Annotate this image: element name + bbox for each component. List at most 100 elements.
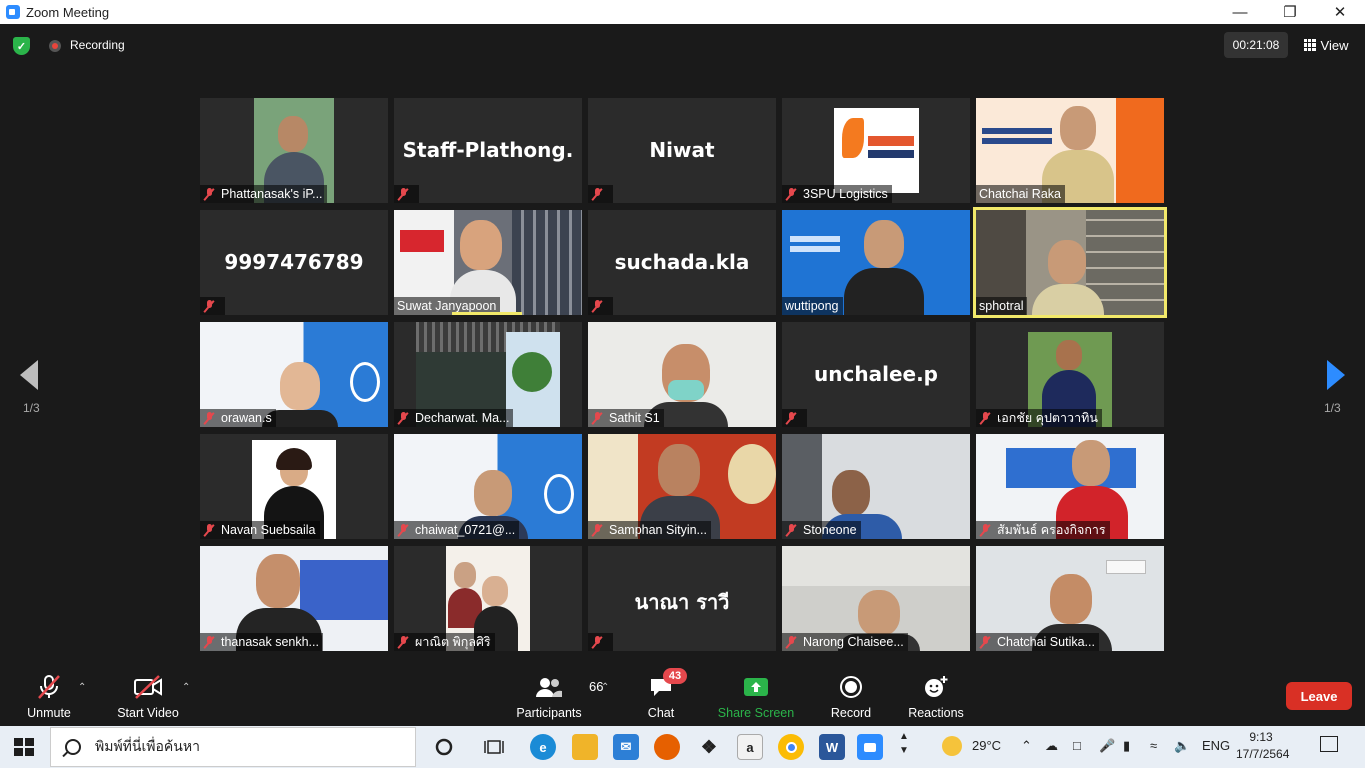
muted-mic-icon (591, 187, 603, 201)
participant-tile[interactable]: Niwat (588, 98, 776, 203)
battery-icon[interactable]: ▮ (1123, 738, 1130, 754)
firefox-icon[interactable] (654, 734, 680, 760)
volume-icon[interactable]: 🔈 (1174, 738, 1190, 754)
window-title: Zoom Meeting (26, 4, 110, 20)
record-button[interactable]: Record (826, 662, 876, 726)
participant-tile[interactable]: Chatchai Sutika... (976, 546, 1164, 651)
muted-mic-icon (785, 523, 797, 537)
participant-tile[interactable]: Staff-Plathong. (394, 98, 582, 203)
clock-date: 17/7/2564 (1236, 747, 1290, 761)
participant-tile[interactable]: chaiwat_0721@... (394, 434, 582, 539)
participant-tile[interactable]: Navan Suebsaila (200, 434, 388, 539)
minimize-icon[interactable]: — (1215, 0, 1265, 24)
muted-mic-icon (397, 635, 409, 649)
participant-tile[interactable]: Suwat Janyapoon (394, 210, 582, 315)
share-screen-button[interactable]: Share Screen (716, 662, 796, 726)
participant-tile[interactable]: สัมพันธ์ ครองกิจการ (976, 434, 1164, 539)
participant-tile[interactable]: Samphan Sityin... (588, 434, 776, 539)
taskbar-scroll-icon[interactable]: ▲ ▼ (899, 730, 909, 758)
unmute-button[interactable]: Unmute (18, 662, 80, 726)
encryption-shield-icon[interactable]: ✓ (13, 37, 30, 55)
participant-tile[interactable]: ผาณิต พิกุลศิริ (394, 546, 582, 651)
close-icon[interactable]: ✕ (1315, 0, 1365, 24)
participant-tile[interactable]: Phattanasak's iP... (200, 98, 388, 203)
language-indicator[interactable]: ENG (1202, 738, 1230, 753)
maximize-icon[interactable]: ❐ (1265, 0, 1315, 24)
taskbar-search-box[interactable]: พิมพ์ที่นี่เพื่อค้นหา (50, 727, 416, 767)
logistics-logo-image (834, 108, 919, 193)
participants-button[interactable]: 66 Participants (512, 662, 603, 726)
participant-nameplate: wuttipong (782, 297, 843, 315)
audio-options-caret-icon[interactable]: ⌃ (78, 682, 86, 693)
participant-nameplate: ผาณิต พิกุลศิริ (394, 633, 495, 651)
participant-display-name: Niwat (649, 138, 715, 162)
amazon-icon[interactable]: a (737, 734, 763, 760)
participant-nameplate: Stoneone (782, 521, 861, 539)
cortana-circle-icon[interactable] (431, 734, 457, 760)
start-video-button[interactable]: Start Video (110, 662, 186, 726)
share-screen-label: Share Screen (717, 706, 795, 720)
participant-tile[interactable]: wuttipong (782, 210, 970, 315)
edge-browser-icon[interactable]: e (530, 734, 556, 760)
recording-indicator-icon (49, 40, 61, 52)
mail-icon[interactable]: ✉ (613, 734, 639, 760)
participant-nameplate: Decharwat. Ma... (394, 409, 514, 427)
participant-tile[interactable]: suchada.kla (588, 210, 776, 315)
next-page-arrow-icon[interactable] (1325, 360, 1345, 390)
participant-tile[interactable]: 9997476789 (200, 210, 388, 315)
muted-microphone-icon (36, 670, 62, 704)
participant-nameplate (200, 297, 225, 315)
share-screen-icon (743, 670, 769, 704)
record-icon (839, 670, 863, 704)
windows-start-icon[interactable] (14, 738, 34, 756)
onedrive-cloud-icon[interactable]: ☁ (1045, 738, 1058, 754)
task-view-icon[interactable] (481, 734, 507, 760)
chat-button[interactable]: 43 Chat (638, 662, 687, 726)
participant-nameplate (588, 633, 613, 651)
wifi-icon[interactable]: ≈ (1150, 738, 1157, 753)
participant-nameplate: Navan Suebsaila (200, 521, 320, 539)
muted-mic-icon (591, 411, 603, 425)
participants-label: Participants (516, 706, 582, 720)
participants-options-caret-icon[interactable]: ⌃ (601, 682, 609, 693)
word-icon[interactable]: W (819, 734, 845, 760)
notifications-icon[interactable] (1320, 736, 1338, 752)
weather-sun-icon[interactable] (942, 736, 962, 756)
file-explorer-icon[interactable] (572, 734, 598, 760)
video-options-caret-icon[interactable]: ⌃ (182, 682, 190, 693)
participant-tile[interactable]: Chatchai Raka (976, 98, 1164, 203)
muted-mic-icon (397, 187, 409, 201)
participant-tile[interactable]: Stoneone (782, 434, 970, 539)
participant-tile[interactable]: นาณา ราวี (588, 546, 776, 651)
participant-tile[interactable]: Narong Chaisee... (782, 546, 970, 651)
participant-tile[interactable]: 3SPU Logistics (782, 98, 970, 203)
participant-tile[interactable]: thanasak senkh... (200, 546, 388, 651)
participant-tile[interactable]: เอกชัย คุปตาวาทิน (976, 322, 1164, 427)
participant-nameplate (588, 185, 613, 203)
reactions-button[interactable]: Reactions (904, 662, 968, 726)
temperature-label[interactable]: 29°C (972, 738, 1001, 753)
participant-tile[interactable]: Sathit S1 (588, 322, 776, 427)
participant-tile[interactable]: unchalee.p (782, 322, 970, 427)
leave-button[interactable]: Leave (1286, 682, 1352, 710)
show-hidden-icons-icon[interactable]: ⌃ (1021, 738, 1032, 754)
microphone-tray-icon[interactable]: 🎤 (1099, 738, 1115, 754)
view-label: View (1320, 37, 1349, 53)
participant-tile-active-speaker[interactable]: sphotral (973, 207, 1167, 318)
device-icon[interactable]: □ (1073, 738, 1081, 753)
participant-tile[interactable]: Decharwat. Ma... (394, 322, 582, 427)
page-indicator-left: 1/3 (23, 401, 40, 415)
video-off-icon (133, 670, 163, 704)
search-icon (65, 739, 81, 755)
previous-page-arrow-icon[interactable] (20, 360, 40, 390)
meeting-toolbar: Unmute ⌃ Start Video ⌃ 66 Participants ⌃… (0, 662, 1365, 726)
participants-icon: 66 (535, 670, 603, 704)
chrome-icon[interactable] (778, 734, 804, 760)
view-button[interactable]: View (1296, 32, 1356, 58)
speaking-indicator (452, 312, 522, 315)
participant-tile[interactable]: orawan.s (200, 322, 388, 427)
start-video-label: Start Video (117, 706, 179, 720)
zoom-taskbar-icon[interactable] (857, 734, 883, 760)
dropbox-icon[interactable]: ❖ (696, 734, 722, 760)
taskbar-clock[interactable]: 9:13 17/7/2564 (1236, 729, 1290, 763)
